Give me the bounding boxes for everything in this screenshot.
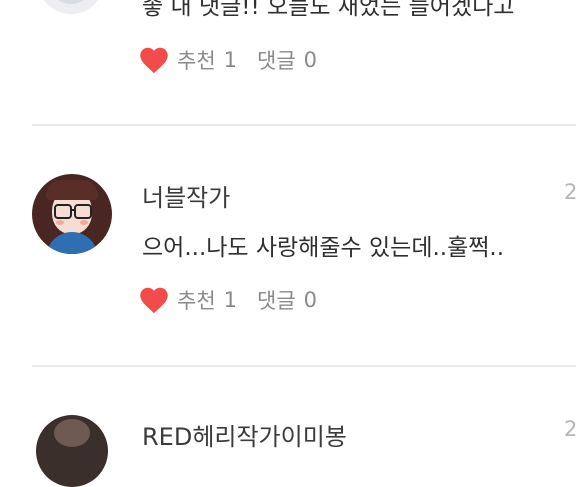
comment-actions: 추천 1 댓글 0 xyxy=(139,45,317,75)
comment-actions: 추천 1 댓글 0 xyxy=(139,285,317,315)
author-name[interactable]: RED헤리작가이미봉 xyxy=(142,417,347,452)
like-label: 추천 xyxy=(177,49,216,73)
comment-date: 2 xyxy=(564,417,576,441)
reply-button[interactable]: 댓글 0 xyxy=(257,45,317,75)
heart-icon xyxy=(140,47,168,74)
like-label: 추천 xyxy=(177,289,216,313)
author-name[interactable]: 너블작가 xyxy=(142,178,230,213)
avatar[interactable] xyxy=(36,415,108,487)
heart-icon xyxy=(140,287,168,314)
comment-item: 좋 내 댓글!! 오늘도 새었는 들어겠다고 추천 1 댓글 0 xyxy=(0,0,576,124)
comment-date: 2 xyxy=(564,180,576,204)
like-count: 1 xyxy=(223,288,238,312)
comment-item: RED헤리작가이미봉 2 xyxy=(0,367,576,487)
avatar[interactable] xyxy=(32,174,112,254)
like-button[interactable]: 추천 1 xyxy=(139,285,237,315)
avatar[interactable] xyxy=(38,0,104,14)
reply-count: 0 xyxy=(303,48,318,72)
reply-label: 댓글 xyxy=(257,289,296,313)
comment-item: 너블작가 2 으어...나도 사랑해줄수 있는데..훌쩍.. 추천 1 댓글 0 xyxy=(0,126,576,364)
like-button[interactable]: 추천 1 xyxy=(139,45,237,75)
reply-label: 댓글 xyxy=(257,49,296,73)
reply-count: 0 xyxy=(303,288,318,312)
comment-text: 좋 내 댓글!! 오늘도 새었는 들어겠다고 xyxy=(142,0,515,20)
comment-text: 으어...나도 사랑해줄수 있는데..훌쩍.. xyxy=(142,235,505,261)
like-count: 1 xyxy=(223,48,238,72)
reply-button[interactable]: 댓글 0 xyxy=(257,285,317,315)
